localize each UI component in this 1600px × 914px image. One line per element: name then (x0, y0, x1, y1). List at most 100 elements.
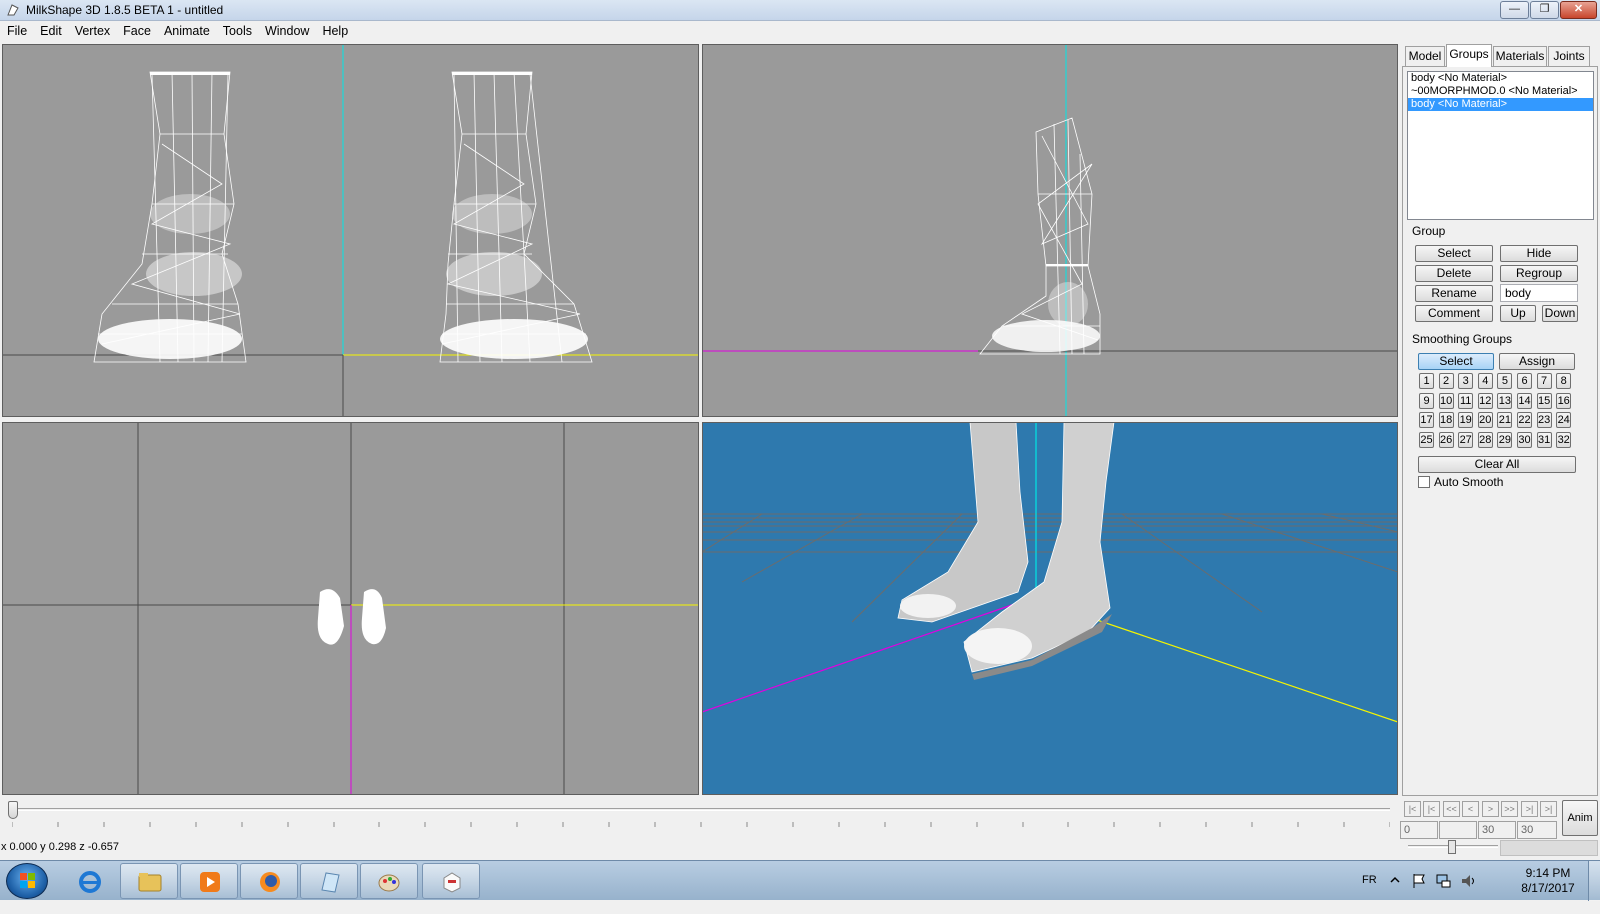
group-list-item[interactable]: ~00MORPHMOD.0 <No Material> (1408, 85, 1593, 98)
smoothing-group-17-button[interactable]: 17 (1419, 412, 1434, 428)
last-key-button[interactable]: >| (1521, 801, 1538, 817)
taskbar-paint[interactable] (360, 863, 418, 899)
group-regroup-button[interactable]: Regroup (1500, 265, 1578, 282)
menu-vertex[interactable]: Vertex (68, 21, 116, 41)
frame-start-field[interactable]: 0 (1400, 821, 1438, 839)
group-list-item[interactable]: body <No Material> (1408, 72, 1593, 85)
group-hide-button[interactable]: Hide (1500, 245, 1578, 262)
group-select-button[interactable]: Select (1415, 245, 1493, 262)
tab-joints[interactable]: Joints (1548, 46, 1590, 66)
group-down-button[interactable]: Down (1542, 305, 1578, 322)
frame-end-field[interactable]: 30 (1478, 821, 1516, 839)
front-viewport[interactable] (2, 44, 699, 417)
smoothing-group-18-button[interactable]: 18 (1438, 412, 1454, 428)
show-desktop-button[interactable] (1588, 861, 1600, 901)
tab-materials[interactable]: Materials (1493, 46, 1547, 66)
flag-icon[interactable] (1412, 873, 1426, 889)
group-comment-button[interactable]: Comment (1415, 305, 1493, 322)
rewind-button[interactable]: << (1443, 801, 1460, 817)
group-list[interactable]: body <No Material> ~00MORPHMOD.0 <No Mat… (1407, 71, 1594, 220)
group-up-button[interactable]: Up (1500, 305, 1536, 322)
group-rename-button[interactable]: Rename (1415, 285, 1493, 302)
smoothing-group-9-button[interactable]: 9 (1419, 392, 1434, 409)
smoothing-group-4-button[interactable]: 4 (1477, 373, 1493, 389)
taskbar-explorer[interactable] (120, 863, 178, 899)
smoothing-group-24-button[interactable]: 24 (1556, 412, 1572, 428)
smoothing-group-28-button[interactable]: 28 (1477, 431, 1493, 448)
tray-expand-icon[interactable] (1390, 875, 1400, 885)
smoothing-group-10-button[interactable]: 10 (1438, 392, 1454, 409)
tab-groups[interactable]: Groups (1446, 44, 1492, 67)
progress-bar (1500, 840, 1598, 856)
group-delete-button[interactable]: Delete (1415, 265, 1493, 282)
menu-tools[interactable]: Tools (216, 21, 258, 41)
maximize-button[interactable]: ❐ (1530, 1, 1559, 19)
smoothing-group-15-button[interactable]: 15 (1536, 392, 1552, 409)
language-indicator[interactable]: FR (1362, 874, 1377, 914)
smoothing-group-13-button[interactable]: 13 (1497, 392, 1513, 409)
smoothing-group-27-button[interactable]: 27 (1458, 431, 1474, 448)
menu-help[interactable]: Help (315, 21, 354, 41)
network-icon[interactable] (1436, 873, 1452, 889)
tab-model[interactable]: Model (1405, 46, 1445, 66)
smoothing-group-1-button[interactable]: 1 (1419, 373, 1434, 389)
smoothing-group-32-button[interactable]: 32 (1556, 431, 1572, 448)
next-frame-button[interactable]: > (1482, 801, 1499, 817)
smoothing-group-23-button[interactable]: 23 (1536, 412, 1552, 428)
menu-face[interactable]: Face (116, 21, 157, 41)
menu-file[interactable]: File (0, 21, 33, 41)
top-viewport[interactable] (2, 422, 699, 795)
volume-icon[interactable] (1460, 873, 1476, 889)
smoothing-group-20-button[interactable]: 20 (1477, 412, 1493, 428)
smoothing-group-21-button[interactable]: 21 (1497, 412, 1513, 428)
smoothing-assign-button[interactable]: Assign (1499, 353, 1575, 370)
menu-window[interactable]: Window (258, 21, 315, 41)
speed-slider-thumb[interactable] (1448, 840, 1456, 854)
menu-edit[interactable]: Edit (33, 21, 68, 41)
anim-mode-button[interactable]: Anim (1562, 800, 1598, 836)
taskbar-media-player[interactable] (180, 863, 238, 899)
smoothing-group-14-button[interactable]: 14 (1517, 392, 1532, 409)
smoothing-group-6-button[interactable]: 6 (1517, 373, 1532, 389)
auto-smooth-checkbox[interactable] (1418, 476, 1430, 488)
taskbar-notepad[interactable] (300, 863, 358, 899)
smoothing-group-25-button[interactable]: 25 (1419, 431, 1434, 448)
tray-clock[interactable]: 9:14 PM 8/17/2017 (1510, 866, 1586, 896)
smoothing-group-29-button[interactable]: 29 (1497, 431, 1513, 448)
smoothing-group-8-button[interactable]: 8 (1556, 373, 1572, 389)
smoothing-group-5-button[interactable]: 5 (1497, 373, 1513, 389)
clear-all-button[interactable]: Clear All (1418, 456, 1576, 473)
close-button[interactable]: ✕ (1560, 1, 1597, 19)
prev-frame-button[interactable]: < (1462, 801, 1479, 817)
smoothing-group-31-button[interactable]: 31 (1536, 431, 1552, 448)
group-name-field[interactable]: body (1500, 284, 1578, 302)
smoothing-group-11-button[interactable]: 11 (1458, 392, 1474, 409)
smoothing-group-26-button[interactable]: 26 (1438, 431, 1454, 448)
perspective-viewport[interactable] (702, 422, 1398, 795)
smoothing-group-2-button[interactable]: 2 (1438, 373, 1454, 389)
minimize-button[interactable]: — (1500, 1, 1529, 19)
taskbar-ie[interactable] (60, 863, 118, 899)
smoothing-group-19-button[interactable]: 19 (1458, 412, 1474, 428)
smoothing-group-12-button[interactable]: 12 (1477, 392, 1493, 409)
taskbar-milkshape[interactable] (422, 863, 480, 899)
last-frame-button[interactable]: >| (1540, 801, 1557, 817)
taskbar-firefox[interactable] (240, 863, 298, 899)
smoothing-group-3-button[interactable]: 3 (1458, 373, 1474, 389)
smoothing-group-16-button[interactable]: 16 (1556, 392, 1572, 409)
smoothing-select-button[interactable]: Select (1418, 353, 1494, 370)
side-viewport[interactable] (702, 44, 1398, 417)
menu-animate[interactable]: Animate (157, 21, 216, 41)
timeline-thumb[interactable] (8, 801, 18, 819)
smoothing-group-7-button[interactable]: 7 (1536, 373, 1552, 389)
timeline-track[interactable] (12, 808, 1390, 811)
frame-current-field[interactable] (1439, 821, 1477, 839)
frame-count-field[interactable]: 30 (1517, 821, 1557, 839)
group-list-item-selected[interactable]: body <No Material> (1408, 98, 1593, 111)
first-frame-button[interactable]: |< (1404, 801, 1421, 817)
start-button[interactable] (6, 863, 48, 899)
smoothing-group-22-button[interactable]: 22 (1517, 412, 1532, 428)
first-key-button[interactable]: |< (1423, 801, 1440, 817)
smoothing-group-30-button[interactable]: 30 (1517, 431, 1532, 448)
fast-forward-button[interactable]: >> (1501, 801, 1518, 817)
